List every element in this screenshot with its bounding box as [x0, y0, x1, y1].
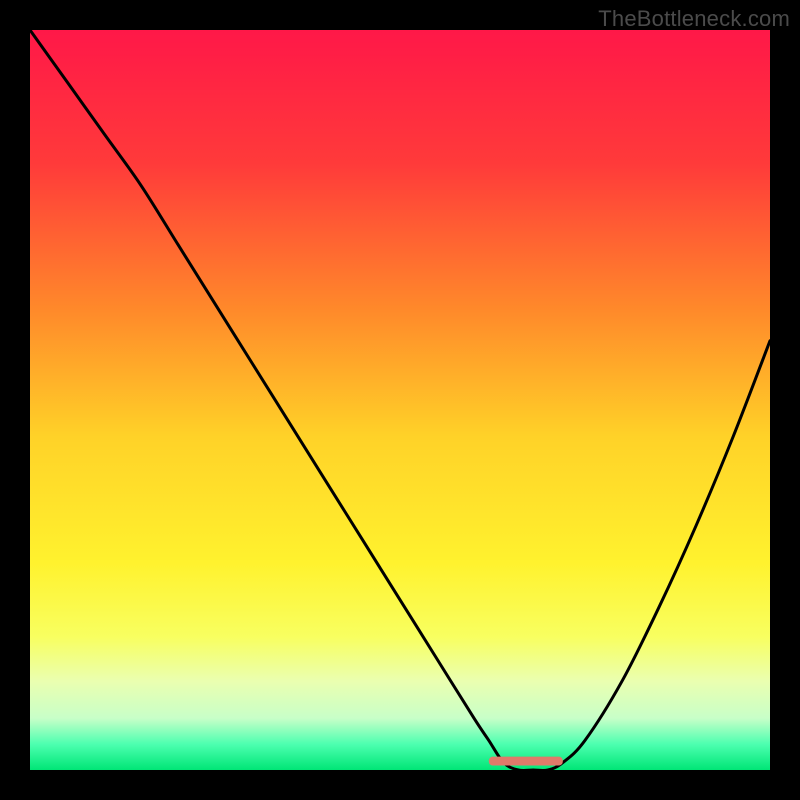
- bottleneck-chart: [30, 30, 770, 770]
- plot-area: [30, 30, 770, 770]
- valley-marker: [489, 757, 563, 766]
- chart-frame: TheBottleneck.com: [0, 0, 800, 800]
- watermark-text: TheBottleneck.com: [598, 6, 790, 32]
- gradient-background: [30, 30, 770, 770]
